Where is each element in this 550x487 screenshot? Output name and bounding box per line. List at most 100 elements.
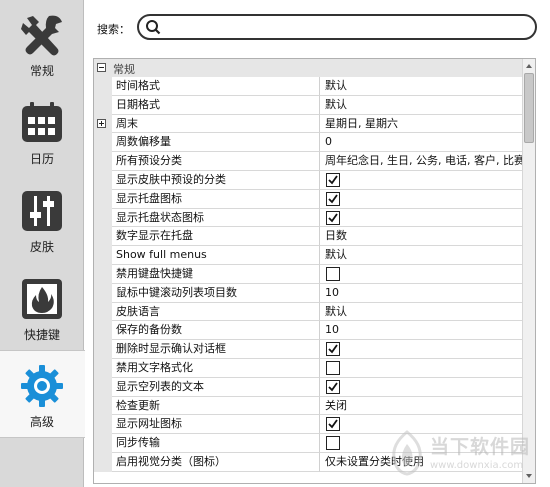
search-label: 搜索： — [97, 23, 130, 36]
property-row[interactable]: 显示托盘状态图标 — [94, 208, 524, 228]
row-gutter — [94, 358, 112, 378]
property-checkbox[interactable] — [326, 342, 340, 357]
property-name: 保存的备份数 — [112, 321, 320, 341]
property-row[interactable]: 显示皮肤中预设的分类 — [94, 170, 524, 190]
row-gutter — [94, 170, 112, 190]
property-name: 皮肤语言 — [112, 302, 320, 322]
property-checkbox[interactable] — [326, 436, 340, 451]
category-label: 常规 — [113, 63, 135, 76]
property-name: 检查更新 — [112, 396, 320, 416]
row-gutter — [94, 434, 112, 453]
settings-panel: 搜索： 常规 时间格式 默认 日期格式 默认 周末 星期日, 星期六 周数偏移量 0 所有预设分… — [85, 0, 550, 487]
watermark-brand: 当下软件园 — [430, 436, 531, 458]
sidebar-item-skin[interactable]: 皮肤 — [0, 176, 84, 262]
property-name: 数字显示在托盘 — [112, 227, 320, 247]
property-row[interactable]: 禁用文字格式化 — [94, 358, 524, 378]
property-name: 日期格式 — [112, 95, 320, 115]
property-value[interactable]: 日数 — [320, 227, 524, 247]
property-value — [320, 171, 524, 190]
calendar-icon — [22, 102, 62, 142]
scroll-thumb[interactable] — [524, 73, 534, 143]
property-value[interactable]: 默认 — [320, 96, 524, 115]
property-name: 禁用文字格式化 — [112, 358, 320, 378]
property-value[interactable]: 10 — [320, 321, 524, 341]
watermark-logo-icon — [392, 430, 422, 476]
sidebar-item-calendar[interactable]: 日历 — [0, 88, 84, 174]
property-row[interactable]: 皮肤语言 默认 — [94, 302, 524, 322]
scroll-up-icon[interactable] — [523, 60, 535, 72]
property-checkbox[interactable] — [326, 379, 340, 394]
property-row[interactable]: 检查更新 关闭 — [94, 396, 524, 416]
property-name: 周数偏移量 — [112, 133, 320, 153]
property-value — [320, 340, 524, 359]
sliders-icon — [22, 191, 62, 231]
property-checkbox[interactable] — [326, 191, 340, 206]
property-rows: 时间格式 默认 日期格式 默认 周末 星期日, 星期六 周数偏移量 0 所有预设分类 周年纪念日,… — [94, 77, 524, 472]
row-gutter — [94, 321, 112, 341]
property-name: 同步传输 — [112, 434, 320, 453]
category-header[interactable]: 常规 — [94, 59, 524, 77]
row-gutter — [94, 377, 112, 397]
search-box[interactable] — [137, 14, 537, 40]
property-value[interactable]: 默认 — [320, 246, 524, 265]
property-checkbox[interactable] — [326, 210, 340, 225]
property-name: 鼠标中键滚动列表项目数 — [112, 283, 320, 303]
sidebar-item-label: 皮肤 — [29, 240, 54, 254]
row-gutter — [94, 246, 112, 265]
vertical-scrollbar[interactable] — [522, 59, 535, 483]
checkmark-icon — [328, 419, 338, 429]
property-row[interactable]: 鼠标中键滚动列表项目数 10 — [94, 283, 524, 303]
property-value[interactable]: 0 — [320, 133, 524, 153]
sidebar-item-shortcuts[interactable]: 快捷键 — [0, 264, 84, 350]
property-row[interactable]: 显示空列表的文本 — [94, 377, 524, 397]
property-value[interactable]: 关闭 — [320, 397, 524, 416]
property-row[interactable]: 日期格式 默认 — [94, 95, 524, 115]
property-row[interactable]: 时间格式 默认 — [94, 77, 524, 96]
property-name: 时间格式 — [112, 77, 320, 96]
row-gutter — [94, 114, 112, 134]
row-gutter — [94, 452, 112, 472]
gear-icon — [21, 365, 63, 407]
property-value[interactable]: 默认 — [320, 303, 524, 322]
property-value[interactable]: 周年纪念日, 生日, 公务, 电话, 客户, 比赛, 顾 — [320, 152, 524, 171]
sidebar-item-advanced[interactable]: 高级 — [0, 350, 85, 438]
property-row[interactable]: 禁用键盘快捷键 — [94, 264, 524, 284]
property-value — [320, 190, 524, 209]
property-value — [320, 359, 524, 378]
watermark-url: www.downxia.com — [430, 460, 524, 471]
sidebar-item-general[interactable]: 常规 — [0, 0, 84, 86]
property-checkbox[interactable] — [326, 417, 340, 432]
expand-icon[interactable] — [97, 118, 106, 128]
row-gutter — [94, 302, 112, 322]
property-value[interactable]: 星期日, 星期六 — [320, 115, 524, 134]
property-row[interactable]: 删除时显示确认对话框 — [94, 340, 524, 359]
property-checkbox[interactable] — [326, 360, 340, 375]
property-value — [320, 265, 524, 284]
property-row[interactable]: 周末 星期日, 星期六 — [94, 114, 524, 134]
property-row[interactable]: 周数偏移量 0 — [94, 133, 524, 153]
property-row[interactable]: 保存的备份数 10 — [94, 321, 524, 341]
property-row[interactable]: 所有预设分类 周年纪念日, 生日, 公务, 电话, 客户, 比赛, 顾 — [94, 152, 524, 171]
collapse-icon[interactable] — [97, 63, 106, 72]
row-gutter — [94, 152, 112, 171]
sidebar-item-label: 快捷键 — [23, 328, 60, 342]
property-value[interactable]: 默认 — [320, 77, 524, 96]
search-input[interactable] — [165, 19, 525, 35]
checkmark-icon — [328, 382, 338, 392]
property-name: 显示皮肤中预设的分类 — [112, 170, 320, 190]
sidebar: 常规 日历 皮肤 快捷键 高级 — [0, 0, 85, 487]
property-row[interactable]: 显示托盘图标 — [94, 189, 524, 209]
property-name: 周末 — [112, 114, 320, 134]
property-name: 显示网址图标 — [112, 415, 320, 435]
property-name: Show full menus — [112, 246, 320, 265]
row-gutter — [94, 189, 112, 209]
property-checkbox[interactable] — [326, 266, 340, 281]
checkmark-icon — [328, 194, 338, 204]
row-gutter — [94, 133, 112, 153]
property-value[interactable]: 10 — [320, 284, 524, 303]
property-checkbox[interactable] — [326, 172, 340, 187]
property-row[interactable]: Show full menus 默认 — [94, 246, 524, 265]
checkmark-icon — [328, 175, 338, 185]
row-gutter — [94, 95, 112, 115]
property-row[interactable]: 数字显示在托盘 日数 — [94, 227, 524, 247]
